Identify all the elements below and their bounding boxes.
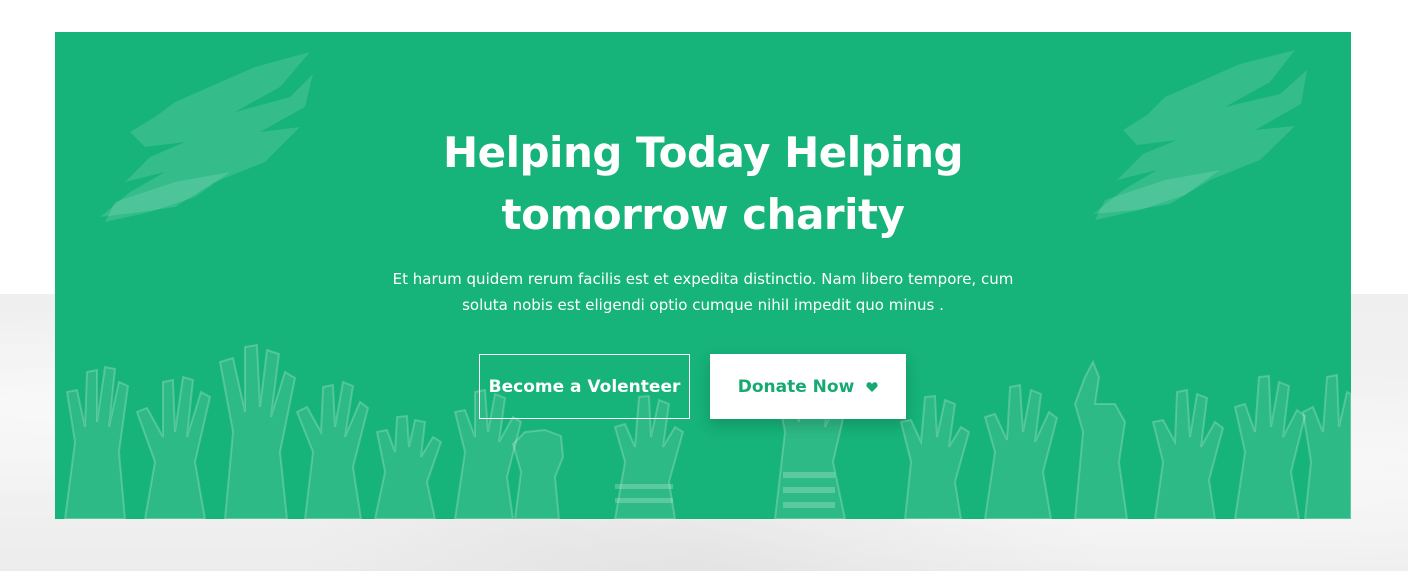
donate-now-button[interactable]: Donate Now — [710, 354, 906, 419]
banner-content: Helping Today Helping tomorrow charity E… — [55, 32, 1351, 519]
description-line-1: Et harum quidem rerum facilis est et exp… — [392, 270, 1014, 288]
become-volunteer-label: Become a Volenteer — [488, 376, 681, 397]
banner-headline: Helping Today Helping tomorrow charity — [403, 122, 1003, 246]
donate-now-label: Donate Now — [737, 376, 855, 397]
cta-banner: Helping Today Helping tomorrow charity E… — [55, 32, 1351, 519]
headline-line-1: Helping Today Helping — [442, 128, 964, 177]
become-volunteer-button[interactable]: Become a Volenteer — [479, 354, 690, 419]
heart-icon — [866, 381, 878, 392]
description-line-2: soluta nobis est eligendi optio cumque n… — [462, 296, 944, 314]
banner-description: Et harum quidem rerum facilis est et exp… — [373, 266, 1033, 318]
headline-line-2: tomorrow charity — [501, 190, 905, 239]
